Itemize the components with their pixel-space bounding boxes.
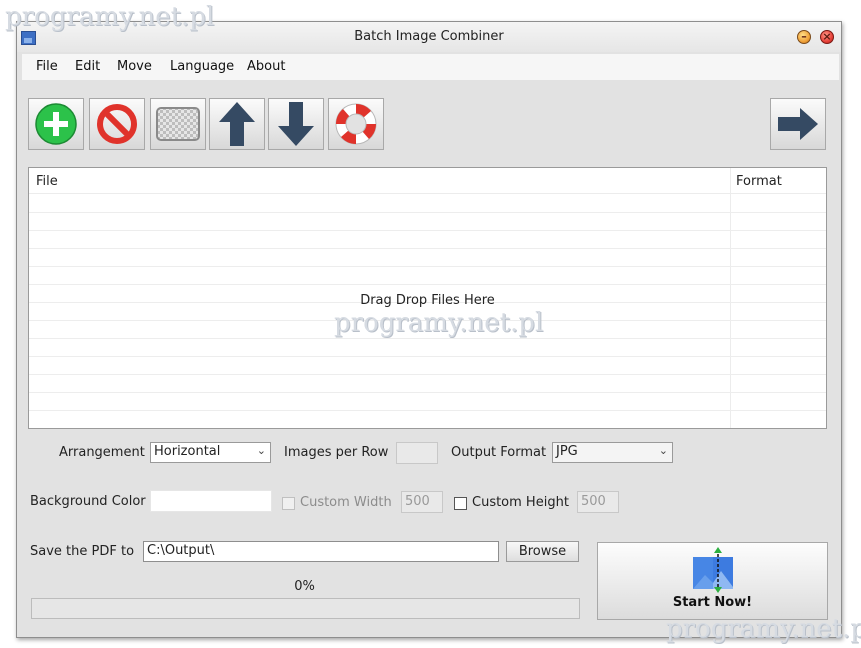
output-format-value: JPG [556,444,578,459]
move-up-icon [219,102,255,146]
app-window: Batch Image Combiner – × File Edit Move … [16,21,842,638]
menu-file[interactable]: File [36,59,58,74]
move-up-button[interactable] [209,98,265,150]
close-button[interactable]: × [820,30,834,44]
move-down-button[interactable] [268,98,324,150]
remove-icon [97,104,137,144]
chevron-down-icon: ⌄ [256,444,266,457]
column-header-file[interactable]: File [36,174,58,189]
file-list-header: File Format [29,168,826,194]
arrangement-label: Arrangement [59,445,145,460]
clear-icon [156,107,200,141]
combine-images-icon [693,547,733,593]
list-row-line [29,338,826,339]
list-row-line [29,410,826,411]
column-header-format[interactable]: Format [736,174,782,189]
output-format-select[interactable]: JPG ⌄ [552,442,673,463]
browse-button[interactable]: Browse [506,541,579,562]
next-arrow-icon [778,108,818,140]
background-color-input[interactable] [150,490,272,512]
help-icon [335,103,377,145]
title-bar[interactable]: Batch Image Combiner – × [17,22,841,52]
help-button[interactable] [328,98,384,150]
list-row-line [29,212,826,213]
minimize-button[interactable]: – [797,30,811,44]
background-color-label: Background Color [30,494,146,509]
add-files-button[interactable] [28,98,84,150]
custom-width-checkbox[interactable] [282,497,295,510]
list-row-line [29,320,826,321]
list-row-line [29,284,826,285]
save-path-input[interactable]: C:\Output\ [143,541,499,562]
menu-about[interactable]: About [247,59,285,74]
custom-width-input[interactable]: 500 [401,491,443,513]
custom-height-input[interactable]: 500 [577,491,619,513]
menu-move[interactable]: Move [117,59,152,74]
menu-bar: File Edit Move Language About [22,54,839,80]
start-button-label: Start Now! [672,595,753,610]
minimize-icon: – [801,30,807,43]
menu-edit[interactable]: Edit [75,59,100,74]
remove-file-button[interactable] [89,98,145,150]
arrangement-select[interactable]: Horizontal ⌄ [150,442,271,463]
add-icon [35,103,77,145]
list-row-line [29,356,826,357]
file-list[interactable]: File Format Drag Drop Files Here [28,167,827,429]
clear-list-button[interactable] [150,98,206,150]
images-per-row-input[interactable] [396,442,438,464]
menu-language[interactable]: Language [170,59,234,74]
close-icon: × [822,30,832,43]
list-row-line [29,392,826,393]
list-row-line [29,230,826,231]
arrangement-value: Horizontal [154,444,221,459]
custom-height-checkbox[interactable] [454,497,467,510]
drop-hint: Drag Drop Files Here [360,293,495,308]
list-row-line [29,248,826,249]
progress-percent: 0% [294,579,315,594]
progress-bar [31,598,580,619]
start-button[interactable]: Start Now! [597,542,828,620]
next-button[interactable] [770,98,826,150]
chevron-down-icon: ⌄ [658,444,668,457]
window-title: Batch Image Combiner [354,29,504,44]
save-path-label: Save the PDF to [30,544,135,559]
images-per-row-label: Images per Row [284,445,389,460]
list-row-line [29,374,826,375]
custom-height-label: Custom Height [472,495,569,510]
move-down-icon [278,102,314,146]
output-format-label: Output Format [451,445,547,460]
custom-width-label: Custom Width [300,495,392,510]
list-row-line [29,266,826,267]
